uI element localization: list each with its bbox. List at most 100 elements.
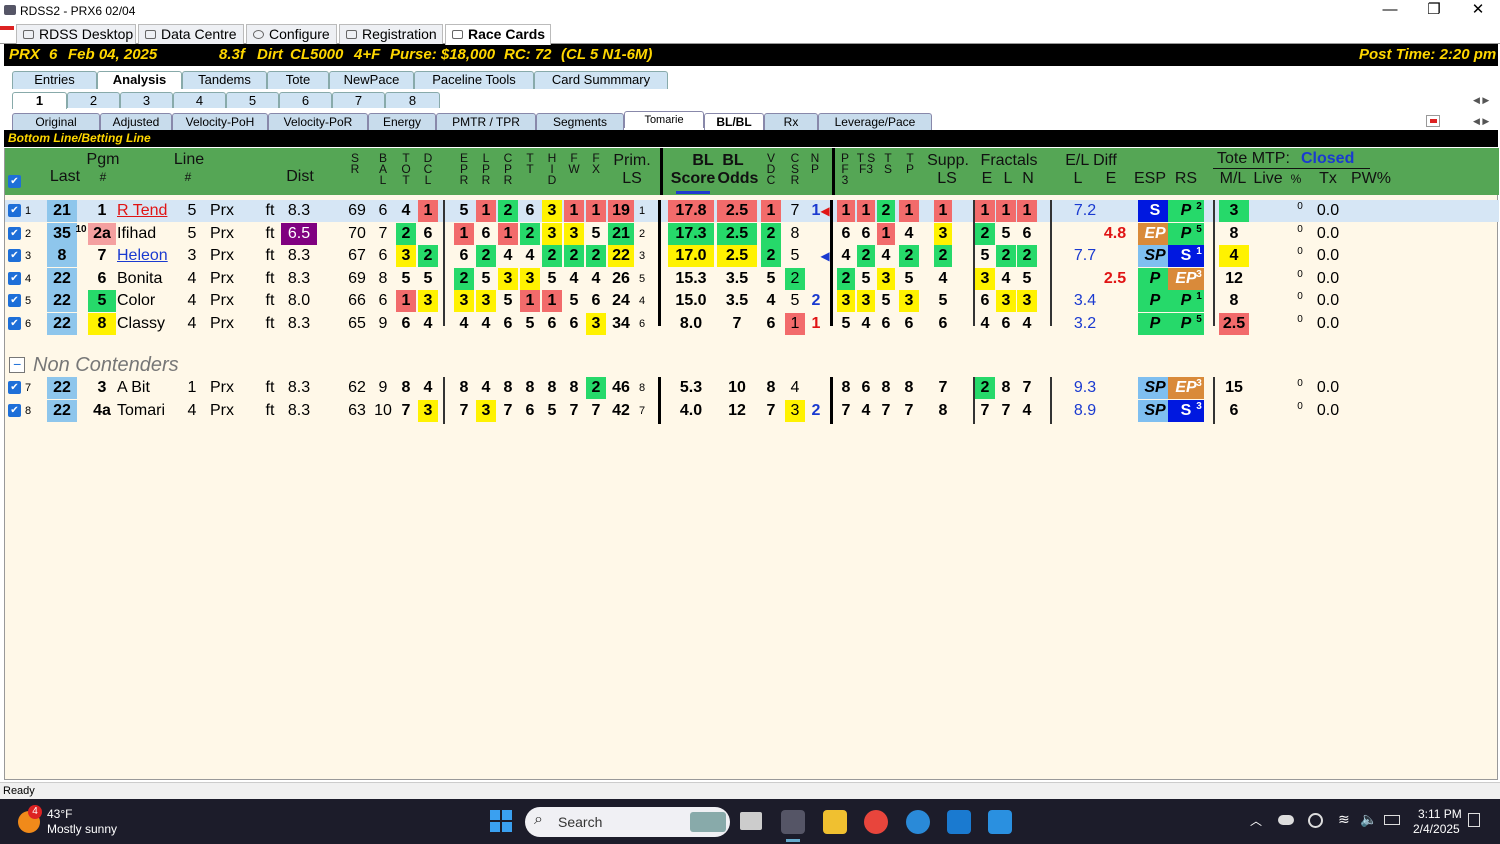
row-checkbox[interactable]: ✔ bbox=[8, 249, 21, 263]
tab-segments[interactable]: Segments bbox=[536, 113, 624, 130]
windows-start-icon[interactable] bbox=[490, 810, 512, 832]
rdss-app-icon[interactable] bbox=[781, 810, 805, 834]
collapse-icon[interactable]: − bbox=[9, 357, 25, 373]
tab-race-2[interactable]: 2 bbox=[67, 92, 120, 108]
sync-icon[interactable] bbox=[1308, 813, 1323, 828]
tab-velocity-por[interactable]: Velocity-PoR bbox=[268, 113, 368, 130]
tab-rx[interactable]: Rx bbox=[764, 113, 818, 130]
row-checkbox[interactable]: ✔ bbox=[8, 381, 21, 394]
tray-chevron-icon[interactable]: ︿ bbox=[1250, 812, 1262, 829]
race-distance: 8.3f bbox=[219, 46, 245, 63]
export-icon[interactable] bbox=[1426, 115, 1440, 127]
tab-paceline-tools[interactable]: Paceline Tools bbox=[414, 71, 534, 89]
select-all-checkbox[interactable]: ✔ bbox=[8, 175, 21, 188]
hp-icon[interactable] bbox=[947, 810, 971, 834]
cell-fl: 5 bbox=[1001, 224, 1011, 242]
tab-tomarie[interactable]: Tomarie bbox=[624, 111, 704, 128]
cell-cpr: 7 bbox=[503, 401, 513, 419]
tab-rdss-desktop[interactable]: RDSS Desktop bbox=[16, 24, 136, 44]
cell-epr: 2 bbox=[454, 267, 474, 290]
tab-race-5[interactable]: 5 bbox=[226, 92, 279, 108]
cell-bal: 6 bbox=[378, 202, 388, 219]
cell-tp: 8 bbox=[904, 379, 914, 396]
row-checkbox[interactable]: ✔ bbox=[8, 294, 21, 308]
cell-bls: 5.3 bbox=[679, 379, 703, 396]
row-checkbox[interactable]: ✔ bbox=[8, 271, 21, 285]
tab-tote[interactable]: Tote bbox=[267, 71, 329, 89]
tab-newpace[interactable]: NewPace bbox=[329, 71, 414, 89]
cell-epr: 5 bbox=[459, 202, 469, 219]
maximize-button[interactable]: ❐ bbox=[1412, 0, 1456, 22]
chrome-icon[interactable] bbox=[864, 810, 888, 834]
tab-race-3[interactable]: 3 bbox=[120, 92, 173, 108]
tab-energy[interactable]: Energy bbox=[368, 113, 436, 130]
tab-race-1[interactable]: 1 bbox=[12, 92, 67, 109]
cell-name[interactable]: R Tend bbox=[117, 200, 181, 222]
volume-icon[interactable]: 🔈 bbox=[1360, 811, 1377, 828]
tab-tandems[interactable]: Tandems bbox=[182, 71, 267, 89]
cell-name[interactable]: Tomari bbox=[117, 400, 181, 422]
onedrive-icon[interactable] bbox=[1278, 815, 1294, 825]
table-row[interactable]: ✔ 6 22 8 Classy 4 Prx ft 8.3 65 9 6 4 4 4 6 5 6 6 3 34 6 8.0 7 6… bbox=[5, 313, 1499, 335]
table-row[interactable]: ✔ 1 21 1 R Tend 5 Prx ft 8.3 69 6 4 1 5 1 2 6 3 1 1 19 1 17.8 2… bbox=[5, 200, 1499, 222]
cell-name[interactable]: Ifihad bbox=[117, 223, 181, 245]
tab-data-centre[interactable]: Data Centre bbox=[138, 24, 244, 44]
cell-tt: 6 bbox=[525, 401, 535, 419]
tab-pmtr-tpr[interactable]: PMTR / TPR bbox=[436, 113, 536, 130]
cell-cpr: 3 bbox=[498, 267, 518, 290]
paint-icon[interactable] bbox=[988, 810, 1012, 834]
table-row[interactable]: ✔ 8 22 4a Tomari 4 Prx ft 8.3 63 10 7 3 7 3 7 6 5 7 7 42 7 4.0… bbox=[5, 399, 1499, 422]
table-row[interactable]: ✔ 7 22 3 A Bit 1 Prx ft 8.3 62 9 8 4 8 4 8 8 8 8 2 46 8 5.3 10 8… bbox=[5, 377, 1499, 399]
tab-race-6[interactable]: 6 bbox=[279, 92, 332, 108]
col-el-e: E bbox=[1105, 170, 1117, 187]
tab-bl-bl[interactable]: BL/BL bbox=[704, 113, 764, 130]
notification-icon[interactable] bbox=[1468, 813, 1480, 827]
clock-date[interactable]: 2/4/2025 bbox=[1413, 822, 1460, 836]
wifi-icon[interactable]: ≋ bbox=[1338, 811, 1350, 828]
task-view-icon[interactable] bbox=[740, 812, 762, 830]
tab-scroll-arrows-icon[interactable]: ◀ ▶ bbox=[1473, 116, 1489, 127]
tab-race-4[interactable]: 4 bbox=[173, 92, 226, 108]
cell-lpr: 2 bbox=[476, 245, 496, 268]
cell-name[interactable]: Classy bbox=[117, 313, 181, 335]
cell-n: 8 bbox=[24, 404, 32, 417]
row-checkbox[interactable]: ✔ bbox=[8, 204, 21, 217]
tab-configure[interactable]: Configure bbox=[246, 24, 337, 44]
tab-card-summary[interactable]: Card Summmary bbox=[534, 71, 668, 89]
tab-adjusted[interactable]: Adjusted bbox=[100, 113, 172, 130]
minimize-button[interactable]: — bbox=[1368, 0, 1412, 22]
back-arrow-icon[interactable] bbox=[0, 26, 14, 30]
cell-bls: 15.0 bbox=[675, 292, 707, 310]
tab-original[interactable]: Original bbox=[12, 113, 100, 130]
table-row[interactable]: ✔ 2 35 10 2a Ifihad 5 Prx ft 6.5 70 7 2 6 1 6 1 2 3 3 5 21 2 17… bbox=[5, 222, 1499, 245]
cell-name[interactable]: Heleon bbox=[117, 245, 181, 267]
close-button[interactable]: ✕ bbox=[1456, 0, 1500, 22]
cell-name[interactable]: Color bbox=[117, 290, 181, 312]
table-row[interactable]: ✔ 5 22 5 Color 4 Prx ft 8.0 66 6 1 3 3 3 5 1 1 5 6 24 4 15.0 3.… bbox=[5, 290, 1499, 313]
row-checkbox[interactable]: ✔ bbox=[8, 403, 21, 417]
cell-tt: 8 bbox=[525, 379, 535, 396]
tab-entries[interactable]: Entries bbox=[12, 71, 97, 89]
tab-velocity-poh[interactable]: Velocity-PoH bbox=[172, 113, 268, 130]
col-esp: ESP bbox=[1133, 170, 1166, 187]
table-row[interactable]: ✔ 3 8 7 Heleon 3 Prx ft 8.3 67 6 3 2 6 2 4 4 2 2 2 22 3 17.0 2.… bbox=[5, 245, 1499, 268]
tab-registration[interactable]: Registration bbox=[339, 24, 443, 44]
tab-race-cards[interactable]: Race Cards bbox=[445, 24, 551, 45]
cell-pgm: 1 bbox=[97, 202, 107, 219]
row-checkbox[interactable]: ✔ bbox=[8, 226, 21, 240]
clock-time[interactable]: 3:11 PM bbox=[1418, 807, 1462, 821]
tab-leverage-pace[interactable]: Leverage/Pace bbox=[818, 113, 932, 130]
battery-icon[interactable] bbox=[1384, 815, 1400, 825]
row-checkbox[interactable]: ✔ bbox=[8, 317, 21, 330]
cell-hid: 3 bbox=[542, 222, 562, 245]
cell-name[interactable]: Bonita bbox=[117, 268, 181, 290]
table-row[interactable]: ✔ 4 22 6 Bonita 4 Prx ft 8.3 69 8 5 5 2 5 3 3 5 4 4 26 5 15.3 3… bbox=[5, 267, 1499, 290]
tab-race-7[interactable]: 7 bbox=[332, 92, 385, 108]
tab-race-8[interactable]: 8 bbox=[385, 92, 440, 108]
tab-analysis[interactable]: Analysis bbox=[97, 71, 182, 90]
cell-rs-superscript: 3 bbox=[1196, 400, 1202, 412]
help-icon[interactable] bbox=[906, 810, 930, 834]
file-explorer-icon[interactable] bbox=[823, 810, 847, 834]
cell-name[interactable]: A Bit bbox=[117, 377, 181, 399]
tab-scroll-arrows-icon[interactable]: ◀ ▶ bbox=[1473, 95, 1489, 106]
